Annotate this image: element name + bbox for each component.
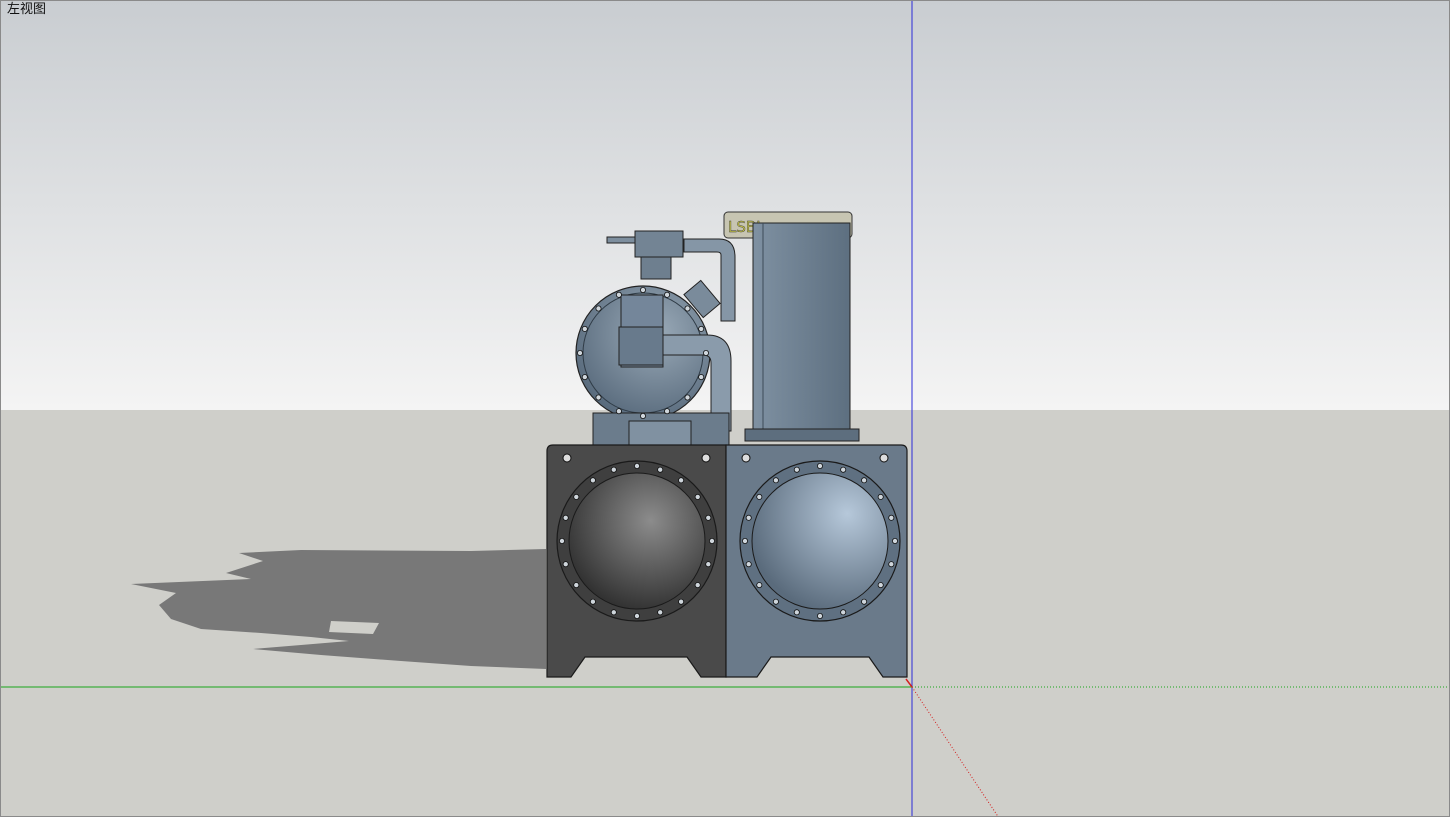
bolt (745, 514, 752, 521)
bolt (793, 609, 800, 616)
control-box-base (744, 428, 860, 442)
bolt (742, 538, 749, 545)
valve-body (634, 230, 684, 258)
bolt (772, 477, 779, 484)
bolt (840, 609, 847, 616)
bolt (684, 305, 691, 312)
model-viewport[interactable]: LSBL 左视图 (0, 0, 1450, 817)
bolt (705, 561, 712, 568)
bolt (678, 477, 685, 484)
condenser-end-left[interactable] (546, 444, 727, 678)
bolt (840, 466, 847, 473)
valve-handle (606, 236, 638, 244)
terminal-cover (618, 326, 664, 366)
bolt (664, 408, 671, 415)
bolt (793, 466, 800, 473)
bolt (817, 613, 824, 620)
left-mount-hole-2 (701, 453, 711, 463)
bolt (877, 493, 884, 500)
bolt (892, 538, 899, 545)
bolt (581, 374, 588, 381)
bolt (888, 514, 895, 521)
control-box-body (752, 222, 851, 430)
bolt (698, 374, 705, 381)
bolt (877, 582, 884, 589)
bolt (678, 598, 685, 605)
bolt (595, 394, 602, 401)
bolt (698, 325, 705, 332)
bolt (703, 349, 710, 356)
bolt (772, 598, 779, 605)
bolt (705, 514, 712, 521)
bolt (861, 598, 868, 605)
bolt (559, 538, 566, 545)
left-dome (568, 472, 706, 610)
bolt (756, 493, 763, 500)
right-dome (751, 472, 889, 610)
bolt (577, 349, 584, 356)
right-mount-hole (741, 453, 751, 463)
right-mount-hole-2 (879, 453, 889, 463)
lower-pipe (628, 420, 692, 446)
bolt (694, 582, 701, 589)
bolt (694, 493, 701, 500)
bolt (589, 477, 596, 484)
bolt (562, 514, 569, 521)
3d-scene[interactable]: LSBL (1, 1, 1450, 817)
bolt (640, 286, 647, 293)
bolt (640, 412, 647, 419)
view-name-label: 左视图 (7, 2, 47, 17)
bolt (589, 598, 596, 605)
bolt (595, 305, 602, 312)
bolt (634, 613, 641, 620)
bolt (562, 561, 569, 568)
evaporator-end-right[interactable] (725, 444, 908, 678)
model-shadow-gap (329, 621, 379, 634)
bolt (664, 291, 671, 298)
bolt (573, 493, 580, 500)
bolt (745, 561, 752, 568)
bolt (756, 582, 763, 589)
bolt (888, 561, 895, 568)
bolt (610, 609, 617, 616)
left-mount-hole (562, 453, 572, 463)
bolt (684, 394, 691, 401)
bolt (581, 325, 588, 332)
valve-neck (640, 256, 672, 280)
bolt (657, 609, 664, 616)
bolt (610, 466, 617, 473)
bolt (709, 538, 716, 545)
bolt (657, 466, 664, 473)
bolt (817, 462, 824, 469)
bolt (573, 582, 580, 589)
bolt (861, 477, 868, 484)
bolt (615, 291, 622, 298)
bolt (634, 462, 641, 469)
bolt (615, 408, 622, 415)
